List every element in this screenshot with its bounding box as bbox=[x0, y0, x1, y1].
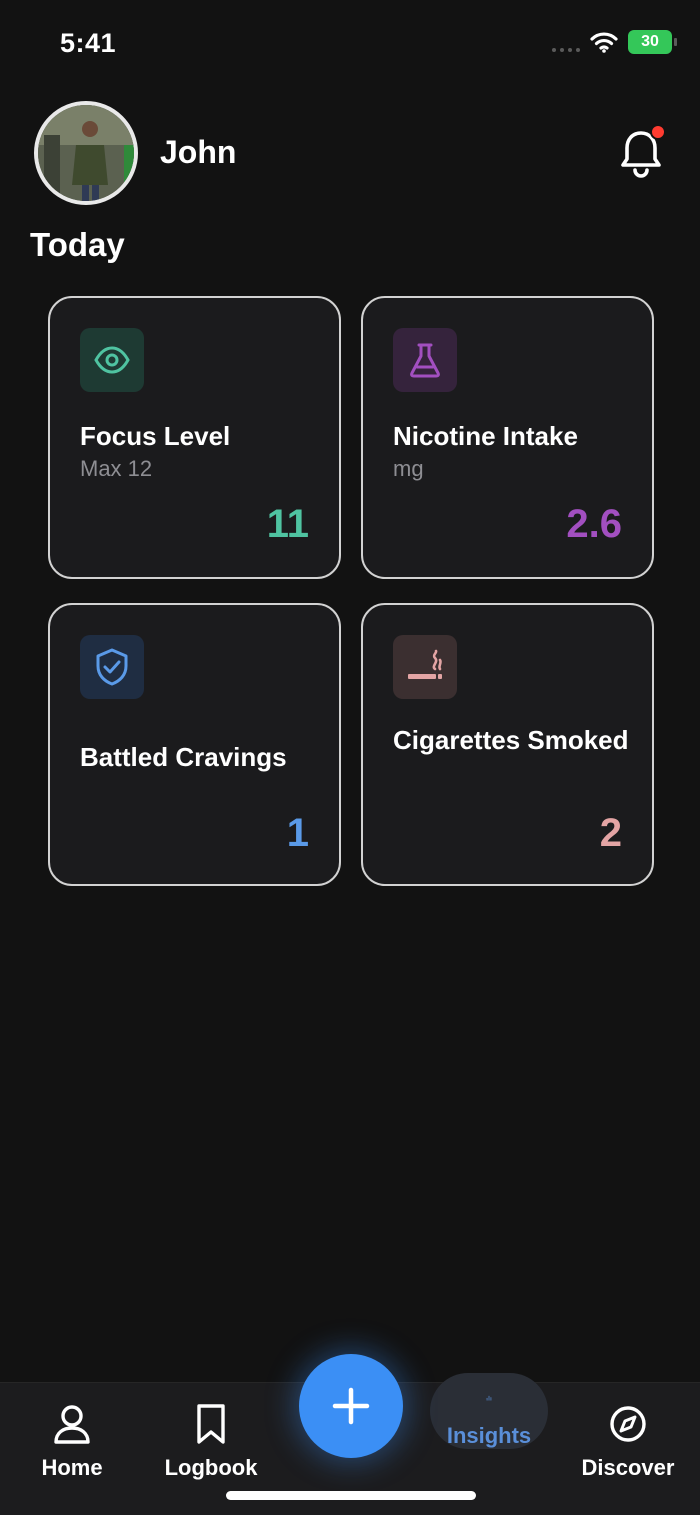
cigarettes-smoked-card[interactable]: Cigarettes Smoked 2 bbox=[361, 603, 654, 886]
home-indicator[interactable] bbox=[226, 1491, 476, 1500]
battery-icon: 30 bbox=[628, 30, 677, 54]
tab-home[interactable]: Home bbox=[12, 1403, 132, 1481]
card-value: 2 bbox=[599, 811, 622, 855]
shield-check-icon bbox=[80, 635, 144, 699]
card-subtitle: Max 12 bbox=[80, 456, 153, 481]
battled-cravings-card[interactable]: Battled Cravings 1 bbox=[48, 603, 341, 886]
focus-level-card[interactable]: Focus Level Max 12 11 bbox=[48, 296, 341, 579]
card-value: 11 bbox=[266, 502, 309, 546]
flask-icon bbox=[393, 328, 457, 392]
wifi-icon bbox=[590, 32, 618, 53]
bookmark-icon bbox=[197, 1404, 225, 1444]
card-title: Battled Cravings bbox=[80, 742, 287, 772]
status-time: 5:41 bbox=[60, 28, 117, 58]
tab-label: Discover bbox=[581, 1455, 675, 1480]
tab-label: Home bbox=[41, 1455, 103, 1480]
tab-logbook[interactable]: Logbook bbox=[151, 1403, 271, 1481]
tab-insights[interactable]: Insights bbox=[430, 1373, 548, 1449]
smoking-icon bbox=[393, 635, 457, 699]
card-title: Focus Level bbox=[80, 421, 231, 451]
compass-icon bbox=[610, 1406, 646, 1442]
nicotine-intake-card[interactable]: Nicotine Intake mg 2.6 bbox=[361, 296, 654, 579]
tab-label: Logbook bbox=[164, 1455, 258, 1480]
person-icon bbox=[54, 1405, 90, 1444]
bar-chart-icon bbox=[486, 1395, 492, 1401]
card-title: Nicotine Intake bbox=[393, 421, 578, 451]
user-name: John bbox=[160, 134, 237, 170]
card-title: Cigarettes Smoked bbox=[393, 725, 629, 755]
card-value: 2.6 bbox=[566, 502, 622, 546]
tab-label: Insights bbox=[446, 1423, 532, 1448]
add-entry-button[interactable] bbox=[299, 1354, 403, 1458]
status-indicators: 30 bbox=[552, 30, 677, 54]
plus-icon bbox=[332, 1387, 370, 1425]
eye-icon bbox=[80, 328, 144, 392]
insights-screen: 5:41 30 John Today Focus Level Max 12 11… bbox=[0, 0, 700, 1515]
notification-badge bbox=[650, 124, 666, 140]
avatar[interactable] bbox=[34, 101, 138, 205]
card-value: 1 bbox=[286, 811, 309, 855]
section-title: Today bbox=[30, 226, 125, 263]
card-subtitle: mg bbox=[393, 456, 424, 481]
battery-level: 30 bbox=[641, 33, 659, 50]
tab-discover[interactable]: Discover bbox=[568, 1403, 688, 1481]
cellular-signal-icon bbox=[552, 32, 580, 52]
